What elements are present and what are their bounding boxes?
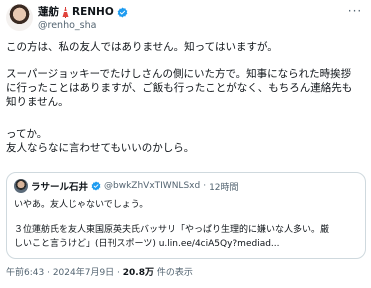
flag-icon <box>62 7 69 18</box>
view-count-label: 件の表示 <box>153 268 193 278</box>
tweet-header: 蓮舫 RENHO @renho_sha ··· <box>0 0 371 40</box>
quoted-text-line: ３位蓮舫氏を友人東国原英夫氏バッサリ「やっぱり生理的に嫌いな人多い。厳 <box>14 225 330 235</box>
author-name-row[interactable]: 蓮舫 RENHO <box>38 5 128 19</box>
tweet-text-line: この方は、私の友人ではありません。知ってはいますが。 <box>6 41 278 53</box>
quoted-text-line: しいこと言うけど」(日刊スポーツ) u.lin.ee/4ciA5Qy?media… <box>14 239 280 249</box>
tweet-text-line: 友人ならなに言わせてもいいのかしら。 <box>6 142 195 154</box>
verified-badge-icon <box>117 7 128 17</box>
meta-separator: · <box>114 268 123 278</box>
quoted-author-name: ラサール石井 <box>31 182 89 193</box>
tweet-text-line: に行ったことはありますが、ご飯も行ったことがなく、もちろん連絡先も <box>6 82 353 94</box>
quoted-tweet-header: ラサール石井 @bwkZhVxTIWNLSxd · 12時間 <box>14 179 239 193</box>
author-display-name-latin[interactable]: RENHO <box>72 5 114 19</box>
tweet-text-line: 知りません。 <box>6 96 69 108</box>
quoted-timestamp: 12時間 <box>209 182 239 193</box>
quoted-author-avatar <box>14 179 28 193</box>
author-handle[interactable]: @renho_sha <box>38 20 96 32</box>
verified-badge-icon <box>91 181 101 191</box>
tweet-text-line: スーパージョッキーでたけしさんの側にいた方で。知事になられた時挨拶 <box>6 68 352 80</box>
quoted-separator: · <box>203 181 207 191</box>
tweet-date[interactable]: 2024年7月9日 <box>53 268 114 278</box>
quoted-author-handle: @bwkZhVxTIWNLSxd <box>104 181 201 191</box>
view-count: 20.8万 <box>122 268 154 278</box>
author-avatar[interactable] <box>6 4 33 31</box>
meta-separator: · <box>44 268 53 278</box>
tweet-metadata: 午前6:43 · 2024年7月9日 · 20.8万 件の表示 <box>6 267 193 279</box>
quoted-tweet[interactable]: ラサール石井 @bwkZhVxTIWNLSxd · 12時間 いやあ。友人じゃな… <box>6 172 366 259</box>
author-display-name[interactable]: 蓮舫 <box>38 5 59 19</box>
more-options-icon[interactable]: ··· <box>347 5 363 18</box>
tweet-text-line: ってか。 <box>6 128 48 140</box>
quoted-text-line: いやあ。友人じゃないでしょう。 <box>14 200 149 210</box>
tweet-time[interactable]: 午前6:43 <box>6 268 44 278</box>
